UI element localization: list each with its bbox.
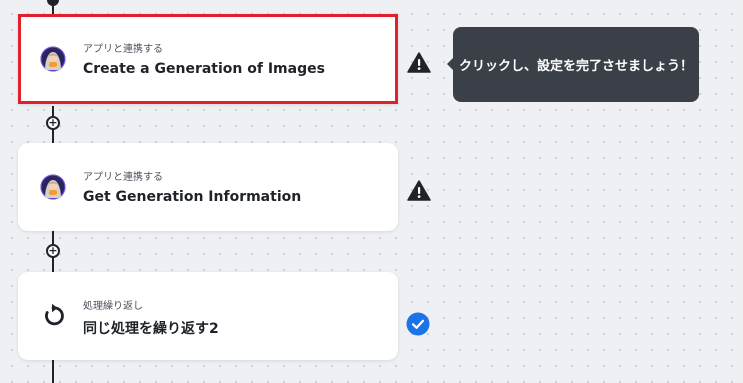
plus-icon: + <box>48 244 58 257</box>
step-title: Get Generation Information <box>83 189 302 205</box>
flow-connector-line <box>52 360 54 383</box>
step-title: Create a Generation of Images <box>83 61 325 77</box>
step-title: 同じ処理を繰り返す2 <box>83 321 219 337</box>
add-step-button[interactable]: + <box>46 116 60 130</box>
loop-repeat-icon <box>45 303 64 326</box>
add-step-button[interactable]: + <box>46 244 60 258</box>
check-icon <box>406 312 430 336</box>
flow-step-card[interactable]: アプリと連携する Create a Generation of Images <box>18 14 398 104</box>
ai-app-avatar-icon <box>40 46 66 72</box>
flow-step-card[interactable]: 処理繰り返し 同じ処理を繰り返す2 <box>18 272 398 360</box>
setup-hint-tooltip: クリックし、設定を完了させましょう！ <box>447 27 699 102</box>
ai-app-avatar-icon <box>40 174 66 200</box>
warning-icon <box>407 52 431 73</box>
tooltip-text: クリックし、設定を完了させましょう！ <box>458 59 693 74</box>
step-category-label: アプリと連携する <box>83 44 163 55</box>
plus-icon: + <box>48 116 58 129</box>
flow-step-card[interactable]: アプリと連携する Get Generation Information <box>18 143 398 231</box>
flow-connector-node <box>47 0 59 6</box>
step-category-label: アプリと連携する <box>83 172 163 183</box>
step-category-label: 処理繰り返し <box>83 301 143 312</box>
warning-icon <box>407 180 431 201</box>
